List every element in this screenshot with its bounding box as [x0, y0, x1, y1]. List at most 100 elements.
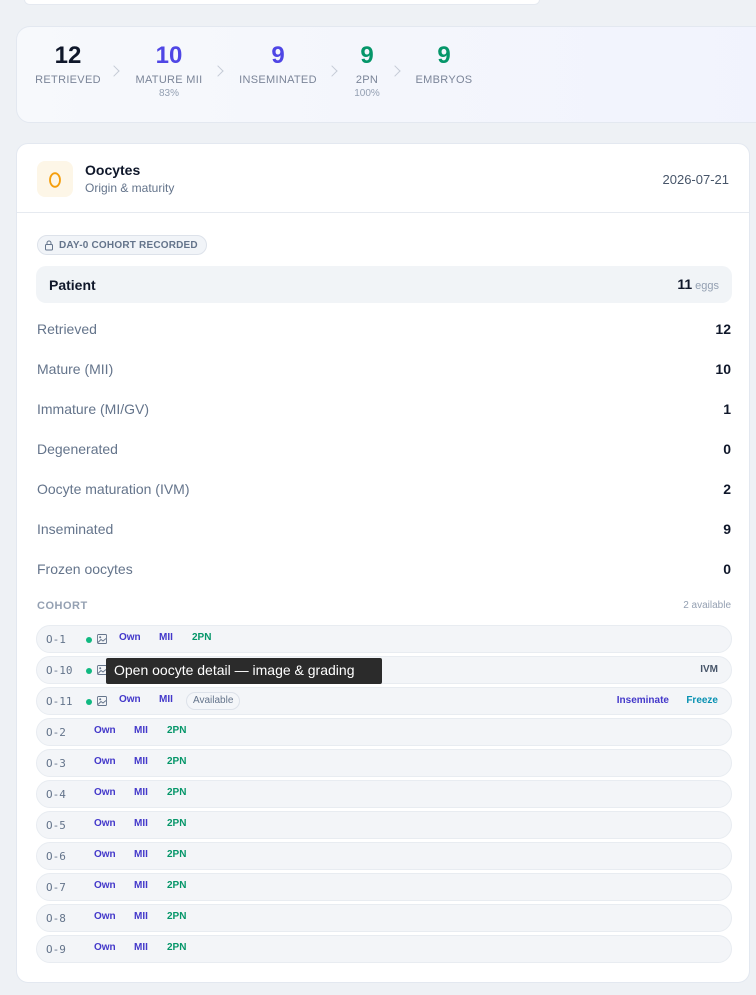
status-dot [86, 668, 92, 674]
stat-value: 2 [723, 481, 731, 497]
card-date: 2026-07-21 [662, 172, 730, 187]
cohort-row-o-8[interactable]: O-8 Own MII 2PN [36, 904, 732, 932]
cohort-recorded-badge: DAY-0 COHORT RECORDED [37, 235, 207, 255]
top-bar [24, 0, 540, 5]
oocytes-card: Oocytes Origin & maturity 2026-07-21 DAY… [16, 143, 750, 983]
oocyte-id: O-10 [46, 664, 73, 677]
origin-tag: Own [94, 725, 116, 736]
status-tag: 2PN [167, 911, 187, 922]
maturity-tag: MII [159, 632, 173, 643]
card-title: Oocytes [85, 162, 141, 178]
card-subtitle: Origin & maturity [85, 181, 175, 195]
oocyte-id: O-7 [46, 881, 66, 894]
oocyte-id: O-6 [46, 850, 66, 863]
origin-tag: Own [94, 911, 116, 922]
oocyte-id: O-8 [46, 912, 66, 925]
oocyte-id: O-4 [46, 788, 66, 801]
cohort-row-o-11[interactable]: O-11 Own MII Available Inseminate Freeze [36, 687, 732, 715]
funnel-label: INSEMINATED [239, 74, 317, 86]
image-icon[interactable] [97, 696, 107, 706]
funnel-percent: 83% [158, 88, 179, 99]
origin-tag: Own [94, 756, 116, 767]
chevron-right-icon [108, 65, 120, 77]
status-tag: 2PN [167, 725, 187, 736]
oocyte-detail-tooltip: Open oocyte detail — image & grading [106, 658, 382, 684]
status-tag: 2PN [167, 849, 187, 860]
patient-egg-count: 11 eggs [677, 276, 719, 292]
stat-label: Immature (MI/GV) [37, 401, 150, 417]
funnel-value: 10 [155, 42, 183, 69]
cohort-row-o-1[interactable]: O-1 Own MII 2PN [36, 625, 732, 653]
stat-row-retrieved: Retrieved 12 [37, 321, 731, 341]
oocyte-id: O-3 [46, 757, 66, 770]
status-tag: 2PN [167, 787, 187, 798]
stat-value: 12 [715, 321, 731, 337]
origin-tag: Own [94, 787, 116, 798]
stat-label: Inseminated [37, 521, 114, 537]
funnel-step-retrieved: 12 RETRIEVED [35, 27, 100, 87]
funnel-step-inseminated: 9 INSEMINATED [237, 27, 319, 87]
origin-tag: Own [119, 694, 141, 705]
cohort-title: COHORT [37, 600, 88, 612]
origin-tag: Own [94, 849, 116, 860]
funnel-percent: 100% [354, 88, 380, 99]
oocyte-id: O-5 [46, 819, 66, 832]
stat-row-degenerated: Degenerated 0 [37, 441, 731, 461]
cohort-row-o-2[interactable]: O-2 Own MII 2PN [36, 718, 732, 746]
funnel-value: 12 [54, 42, 82, 69]
cohort-row-o-9[interactable]: O-9 Own MII 2PN [36, 935, 732, 963]
freeze-button[interactable]: Freeze [686, 695, 718, 706]
stat-row-ivm: Oocyte maturation (IVM) 2 [37, 481, 731, 501]
ivm-tag: IVM [700, 664, 718, 675]
available-badge: Available [186, 692, 241, 710]
maturity-tag: MII [134, 787, 148, 798]
funnel-label: 2PN [355, 74, 379, 86]
oocyte-id: O-9 [46, 943, 66, 956]
cohort-row-o-4[interactable]: O-4 Own MII 2PN [36, 780, 732, 808]
stat-value: 0 [723, 561, 731, 577]
cohort-row-o-5[interactable]: O-5 Own MII 2PN [36, 811, 732, 839]
patient-count-value: 11 [677, 276, 693, 292]
origin-tag: Own [94, 942, 116, 953]
funnel-step-mature: 10 MATURE MII 83% [133, 27, 205, 100]
stat-value: 9 [723, 521, 731, 537]
funnel-step-2pn: 9 2PN 100% [347, 27, 387, 100]
stat-label: Retrieved [37, 321, 97, 337]
cohort-row-o-7[interactable]: O-7 Own MII 2PN [36, 873, 732, 901]
cohort-badge-label: DAY-0 COHORT RECORDED [59, 239, 198, 251]
status-tag: 2PN [167, 942, 187, 953]
stat-label: Mature (MII) [37, 361, 114, 377]
patient-count-unit: eggs [695, 280, 719, 292]
maturity-tag: MII [134, 849, 148, 860]
status-tag: 2PN [167, 756, 187, 767]
image-icon[interactable] [97, 634, 107, 644]
stat-label: Degenerated [37, 441, 118, 457]
stat-row-frozen: Frozen oocytes 0 [37, 561, 731, 581]
chevron-right-icon [212, 65, 224, 77]
oocyte-id: O-2 [46, 726, 66, 739]
chevron-right-icon [389, 65, 401, 77]
maturity-tag: MII [134, 880, 148, 891]
cohort-row-o-3[interactable]: O-3 Own MII 2PN [36, 749, 732, 777]
status-dot [86, 699, 92, 705]
lock-icon [45, 240, 53, 250]
maturity-tag: MII [134, 818, 148, 829]
stat-value: 0 [723, 441, 731, 457]
stat-row-mature: Mature (MII) 10 [37, 361, 731, 381]
cohort-row-o-6[interactable]: O-6 Own MII 2PN [36, 842, 732, 870]
origin-tag: Own [119, 632, 141, 643]
stat-row-immature: Immature (MI/GV) 1 [37, 401, 731, 421]
chevron-right-icon [326, 65, 338, 77]
maturity-tag: MII [159, 694, 173, 705]
funnel-value: 9 [360, 42, 374, 69]
origin-tag: Own [94, 880, 116, 891]
oocyte-id: O-11 [46, 695, 73, 708]
origin-tag: Own [94, 818, 116, 829]
funnel-value: 9 [437, 42, 451, 69]
maturity-tag: MII [134, 725, 148, 736]
patient-row: Patient 11 eggs [36, 266, 732, 303]
cycle-funnel: 12 RETRIEVED 10 MATURE MII 83% 9 INSEMIN… [16, 26, 756, 123]
stat-label: Oocyte maturation (IVM) [37, 481, 190, 497]
inseminate-button[interactable]: Inseminate [617, 695, 669, 706]
maturity-tag: MII [134, 756, 148, 767]
